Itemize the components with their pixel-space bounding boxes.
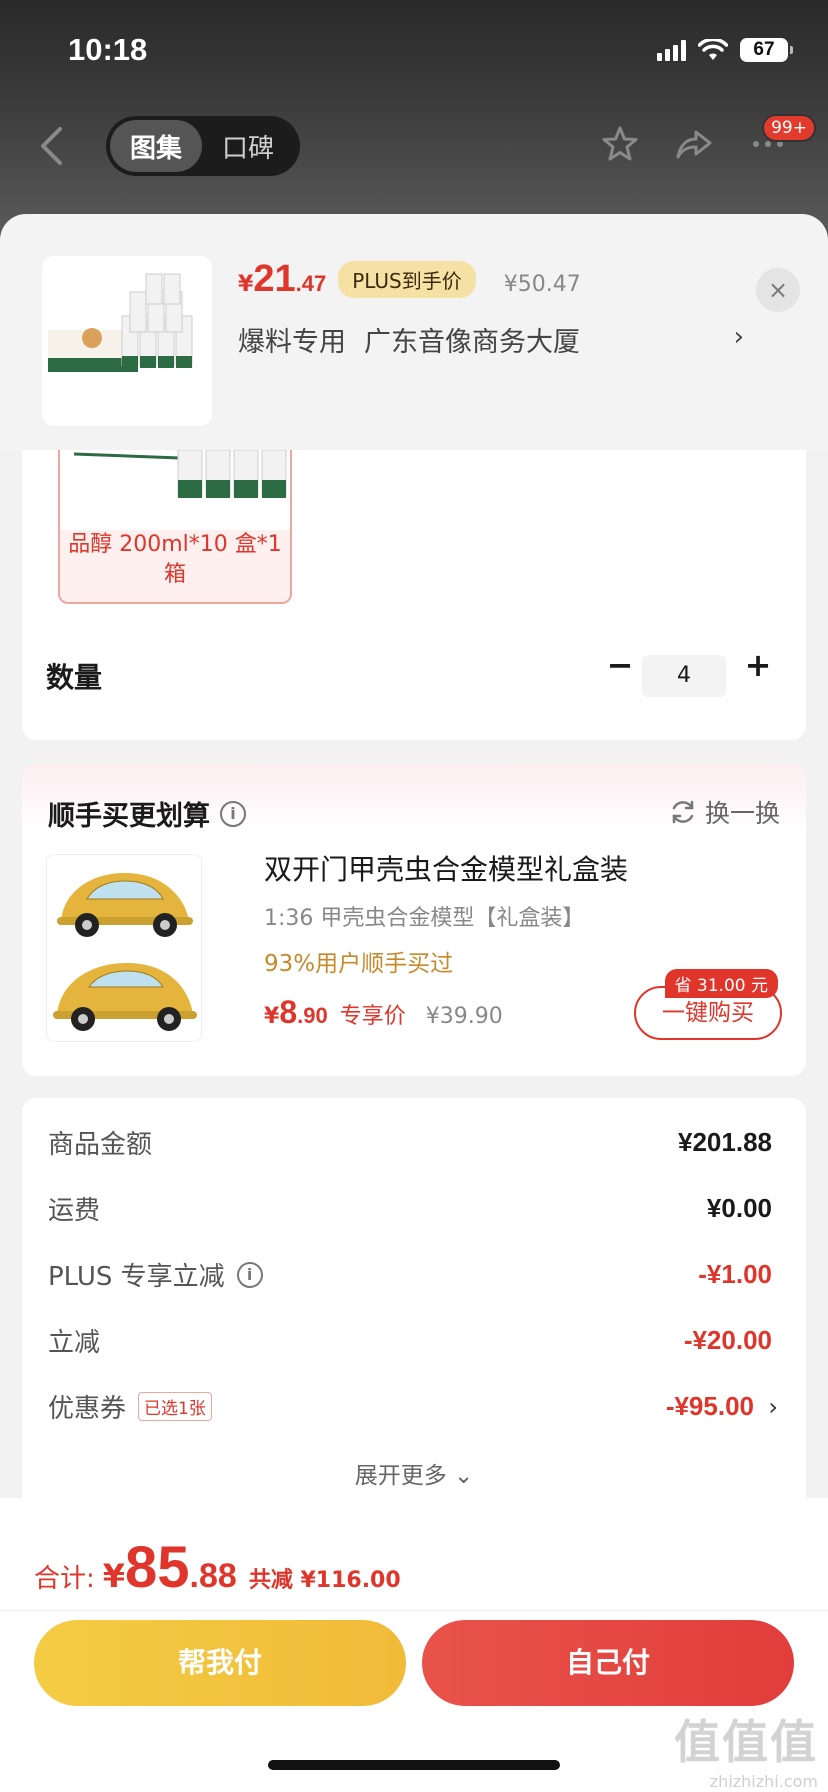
quantity-decrease-button[interactable]: −	[600, 646, 640, 684]
total-row: 合计: ¥ 85 .88 共减 ¥116.00	[34, 1534, 401, 1601]
swap-button[interactable]: 换一换	[669, 794, 780, 830]
info-icon[interactable]: i	[220, 800, 246, 827]
summary-row-coupon[interactable]: 优惠券 已选1张 -¥95.00 ›	[48, 1388, 788, 1425]
tab-reviews[interactable]: 口碑	[202, 120, 294, 172]
summary-label-with-tag: 优惠券 已选1张	[48, 1388, 212, 1425]
total-savings: 共减 ¥116.00	[248, 1568, 401, 1593]
pay-for-me-button[interactable]: 帮我付	[34, 1620, 406, 1706]
pay-myself-button[interactable]: 自己付	[422, 1620, 794, 1706]
cart-count-badge: 99+	[762, 114, 816, 142]
upsell-card: 顺手买更划算 i 换一换 双开门甲壳虫合金模型礼盒装 1:36 甲壳虫合金模型【…	[22, 764, 806, 1076]
upsell-product-subtitle: 1:36 甲壳虫合金模型【礼盒装】	[264, 906, 585, 931]
divider	[0, 1610, 828, 1611]
price-integer: 8	[279, 994, 298, 1030]
price-row: ¥ 21 .47 PLUS到手价 ¥50.47	[238, 258, 581, 301]
price-currency: ¥	[238, 272, 254, 297]
summary-label: 运费	[48, 1196, 101, 1226]
price-decimal: .90	[297, 1003, 328, 1028]
upsell-purchase-rate: 93%用户顺手买过	[264, 951, 454, 977]
summary-row-shipping: 运费 ¥0.00	[48, 1190, 788, 1227]
price-currency: ¥	[264, 1004, 280, 1029]
coupon-selected-tag: 已选1张	[138, 1392, 212, 1421]
tab-gallery[interactable]: 图集	[110, 120, 202, 172]
total-currency: ¥	[102, 1557, 126, 1595]
upsell-product-name[interactable]: 双开门甲壳虫合金模型礼盒装	[264, 848, 628, 888]
summary-value: ¥0.00	[706, 1193, 772, 1223]
cellular-signal-icon	[657, 39, 686, 61]
spec-option-selected[interactable]: 品醇 200ml*10 盒*1 箱	[58, 450, 292, 604]
upsell-title: 顺手买更划算	[48, 801, 210, 832]
summary-label: 立减	[48, 1328, 101, 1358]
total-label: 合计:	[34, 1564, 95, 1594]
swap-label: 换一换	[704, 799, 780, 828]
exclusive-price-label: 专享价	[339, 1004, 406, 1029]
summary-value: -¥20.00	[683, 1325, 772, 1355]
info-icon[interactable]: i	[236, 1261, 263, 1288]
watermark-site: zhizhizhi.com	[709, 1772, 818, 1791]
summary-value: ¥201.88	[678, 1127, 772, 1157]
home-indicator	[268, 1760, 560, 1770]
order-summary-card: 商品金额 ¥201.88 运费 ¥0.00 PLUS 专享立减 i -¥1.00…	[22, 1098, 806, 1508]
price-decimal: .47	[295, 271, 327, 296]
product-header: ¥ 21 .47 PLUS到手价 ¥50.47 爆料专用 广东音像商务大厦 › …	[0, 214, 828, 450]
watermark-logo: 值值值	[674, 1715, 818, 1769]
quantity-increase-button[interactable]: +	[738, 646, 778, 684]
status-time: 10:18	[68, 32, 148, 67]
battery-icon: 67	[740, 38, 793, 62]
upsell-price-row: ¥ 8 .90 专享价 ¥39.90	[264, 994, 503, 1031]
spec-label: 品醇 200ml*10 盒*1 箱	[68, 532, 282, 587]
watermark: 值值值 zhizhizhi.com	[674, 1706, 818, 1791]
status-icons: 67	[657, 38, 793, 62]
plus-price-tag: PLUS到手价	[338, 261, 476, 298]
star-favorite-icon[interactable]	[600, 124, 640, 164]
share-icon[interactable]	[674, 124, 714, 164]
summary-label: 商品金额	[48, 1130, 153, 1160]
refresh-icon	[672, 800, 694, 824]
close-button[interactable]: ×	[756, 268, 800, 312]
back-arrow-icon[interactable]	[38, 126, 64, 166]
savings-badge: 省 31.00 元	[664, 969, 778, 998]
address-text: 广东音像商务大厦	[364, 327, 580, 358]
summary-label: 优惠券	[48, 1394, 127, 1424]
total-integer: 85	[125, 1535, 190, 1600]
summary-row-plus-discount: PLUS 专享立减 i -¥1.00	[48, 1256, 788, 1293]
summary-label: PLUS 专享立减	[48, 1262, 225, 1292]
wifi-icon	[698, 39, 728, 60]
expand-more-button[interactable]: 展开更多 ⌄	[22, 1456, 806, 1490]
upsell-title-row: 顺手买更划算 i	[48, 794, 246, 833]
nav-actions	[600, 124, 788, 164]
chevron-right-icon[interactable]: ›	[734, 322, 744, 352]
summary-row-subtotal: 商品金额 ¥201.88	[48, 1124, 788, 1161]
price-integer: 21	[253, 258, 296, 300]
original-price: ¥50.47	[503, 272, 581, 297]
chevron-right-icon[interactable]: ›	[768, 1393, 778, 1421]
checkout-bar: 合计: ¥ 85 .88 共减 ¥116.00 帮我付 自己付 值值值 zhiz…	[0, 1498, 828, 1792]
upsell-original-price: ¥39.90	[425, 1004, 503, 1029]
media-tab-switch: 图集 口碑	[106, 116, 300, 176]
address-tag: 爆料专用	[238, 327, 346, 358]
upsell-product-image[interactable]	[46, 854, 202, 1042]
summary-label-with-info: PLUS 专享立减 i	[48, 1256, 263, 1293]
spec-quantity-card: 品醇 200ml*10 盒*1 箱 数量 − 4 +	[22, 450, 806, 740]
app-bar-backdrop: 10:18 67 图集 口碑 99+	[0, 0, 828, 240]
total-decimal: .88	[189, 1557, 237, 1595]
spec-image	[60, 450, 290, 530]
address-selector[interactable]: 爆料专用 广东音像商务大厦	[238, 320, 738, 359]
summary-value: -¥1.00	[698, 1259, 772, 1289]
summary-row-instant-discount: 立减 -¥20.00	[48, 1322, 788, 1359]
quantity-label: 数量	[46, 661, 103, 694]
quantity-input[interactable]: 4	[642, 655, 726, 697]
product-thumbnail	[42, 256, 212, 426]
